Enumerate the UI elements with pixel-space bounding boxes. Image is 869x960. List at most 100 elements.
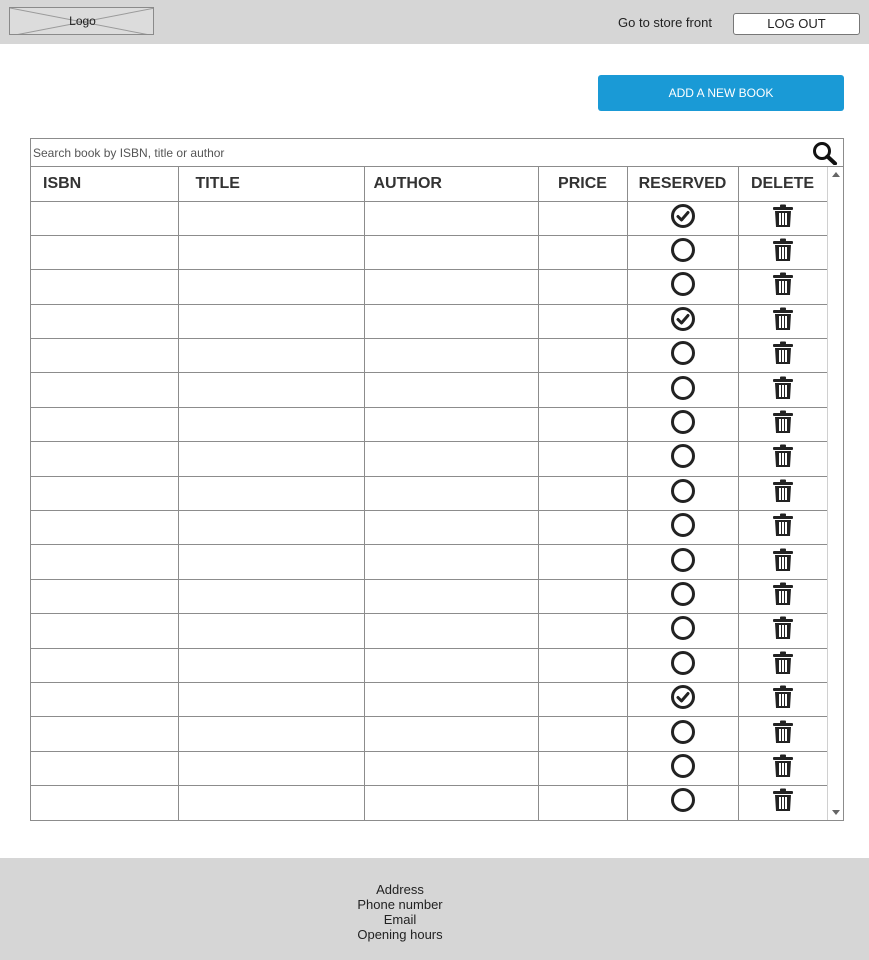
cell-reserved bbox=[627, 269, 739, 305]
trash-icon[interactable] bbox=[772, 685, 794, 714]
column-header-reserved[interactable]: RESERVED bbox=[627, 167, 739, 202]
cell-title bbox=[178, 544, 365, 580]
cell-price bbox=[538, 372, 628, 408]
trash-icon[interactable] bbox=[772, 238, 794, 267]
circle-icon[interactable] bbox=[670, 512, 696, 543]
column-header-price[interactable]: PRICE bbox=[538, 167, 628, 202]
logout-button[interactable]: LOG OUT bbox=[733, 13, 860, 35]
check-circle-icon[interactable] bbox=[670, 306, 696, 337]
cell-title bbox=[178, 648, 365, 683]
store-front-link[interactable]: Go to store front bbox=[618, 15, 712, 30]
cell-reserved bbox=[627, 235, 739, 271]
table-row[interactable] bbox=[31, 304, 828, 340]
cell-price bbox=[538, 785, 628, 821]
cell-author bbox=[364, 785, 539, 821]
trash-icon[interactable] bbox=[772, 479, 794, 508]
trash-icon[interactable] bbox=[772, 720, 794, 749]
cell-title bbox=[178, 476, 365, 512]
circle-icon[interactable] bbox=[670, 650, 696, 681]
trash-icon[interactable] bbox=[772, 307, 794, 336]
trash-icon[interactable] bbox=[772, 582, 794, 611]
cell-isbn bbox=[31, 613, 179, 649]
cell-price bbox=[538, 441, 628, 477]
table-row[interactable] bbox=[31, 544, 828, 580]
trash-icon[interactable] bbox=[772, 272, 794, 301]
search-icon[interactable] bbox=[812, 141, 838, 165]
circle-icon[interactable] bbox=[670, 409, 696, 440]
trash-icon[interactable] bbox=[772, 376, 794, 405]
trash-icon[interactable] bbox=[772, 754, 794, 783]
table-row[interactable] bbox=[31, 613, 828, 649]
circle-icon[interactable] bbox=[670, 581, 696, 612]
scroll-down-icon[interactable] bbox=[831, 808, 841, 816]
cell-isbn bbox=[31, 441, 179, 477]
search-input[interactable] bbox=[33, 143, 803, 163]
table-body bbox=[31, 201, 828, 821]
table-row[interactable] bbox=[31, 510, 828, 546]
circle-icon[interactable] bbox=[670, 340, 696, 371]
table-row[interactable] bbox=[31, 441, 828, 477]
cell-price bbox=[538, 648, 628, 683]
check-circle-icon[interactable] bbox=[670, 684, 696, 715]
trash-icon[interactable] bbox=[772, 616, 794, 645]
circle-icon[interactable] bbox=[670, 719, 696, 750]
circle-icon[interactable] bbox=[670, 753, 696, 784]
circle-icon[interactable] bbox=[670, 375, 696, 406]
circle-icon[interactable] bbox=[670, 547, 696, 578]
cell-price bbox=[538, 510, 628, 546]
cell-delete bbox=[738, 269, 828, 305]
column-header-author[interactable]: AUTHOR bbox=[364, 167, 539, 202]
table-row[interactable] bbox=[31, 579, 828, 615]
table-row[interactable] bbox=[31, 407, 828, 443]
circle-icon[interactable] bbox=[670, 478, 696, 509]
cell-isbn bbox=[31, 476, 179, 512]
cell-isbn bbox=[31, 338, 179, 374]
trash-icon[interactable] bbox=[772, 513, 794, 542]
table-row[interactable] bbox=[31, 269, 828, 305]
cell-isbn bbox=[31, 235, 179, 271]
trash-icon[interactable] bbox=[772, 788, 794, 817]
table-row[interactable] bbox=[31, 648, 828, 683]
table-row[interactable] bbox=[31, 785, 828, 821]
cell-isbn bbox=[31, 716, 179, 752]
check-circle-icon[interactable] bbox=[670, 203, 696, 234]
circle-icon[interactable] bbox=[670, 237, 696, 268]
circle-icon[interactable] bbox=[670, 271, 696, 302]
table-row[interactable] bbox=[31, 372, 828, 408]
cell-reserved bbox=[627, 476, 739, 512]
add-new-book-button[interactable]: ADD A NEW BOOK bbox=[598, 75, 844, 111]
trash-icon[interactable] bbox=[772, 341, 794, 370]
column-header-delete[interactable]: DELETE bbox=[738, 167, 828, 202]
trash-icon[interactable] bbox=[772, 651, 794, 680]
table-row[interactable] bbox=[31, 235, 828, 271]
cell-author bbox=[364, 716, 539, 752]
trash-icon[interactable] bbox=[772, 204, 794, 233]
table-row[interactable] bbox=[31, 338, 828, 374]
cell-title bbox=[178, 372, 365, 408]
cell-author bbox=[364, 407, 539, 443]
cell-author bbox=[364, 648, 539, 683]
trash-icon[interactable] bbox=[772, 444, 794, 473]
cell-author bbox=[364, 751, 539, 787]
column-header-isbn[interactable]: ISBN bbox=[31, 167, 179, 202]
cell-title bbox=[178, 785, 365, 821]
cell-delete bbox=[738, 544, 828, 580]
circle-icon[interactable] bbox=[670, 443, 696, 474]
cell-delete bbox=[738, 648, 828, 683]
scroll-up-icon[interactable] bbox=[831, 171, 841, 179]
trash-icon[interactable] bbox=[772, 410, 794, 439]
cell-title bbox=[178, 201, 365, 236]
vertical-scrollbar[interactable] bbox=[827, 167, 843, 820]
circle-icon[interactable] bbox=[670, 787, 696, 818]
table-row[interactable] bbox=[31, 201, 828, 236]
table-row[interactable] bbox=[31, 476, 828, 512]
table-header-row: ISBN TITLE AUTHOR PRICE RESERVED DELETE bbox=[31, 167, 828, 202]
trash-icon[interactable] bbox=[772, 548, 794, 577]
table-row[interactable] bbox=[31, 716, 828, 752]
column-header-title[interactable]: TITLE bbox=[178, 167, 365, 202]
footer-email: Email bbox=[383, 912, 417, 927]
table-row[interactable] bbox=[31, 682, 828, 718]
circle-icon[interactable] bbox=[670, 615, 696, 646]
footer-phone: Phone number bbox=[357, 897, 443, 912]
table-row[interactable] bbox=[31, 751, 828, 787]
